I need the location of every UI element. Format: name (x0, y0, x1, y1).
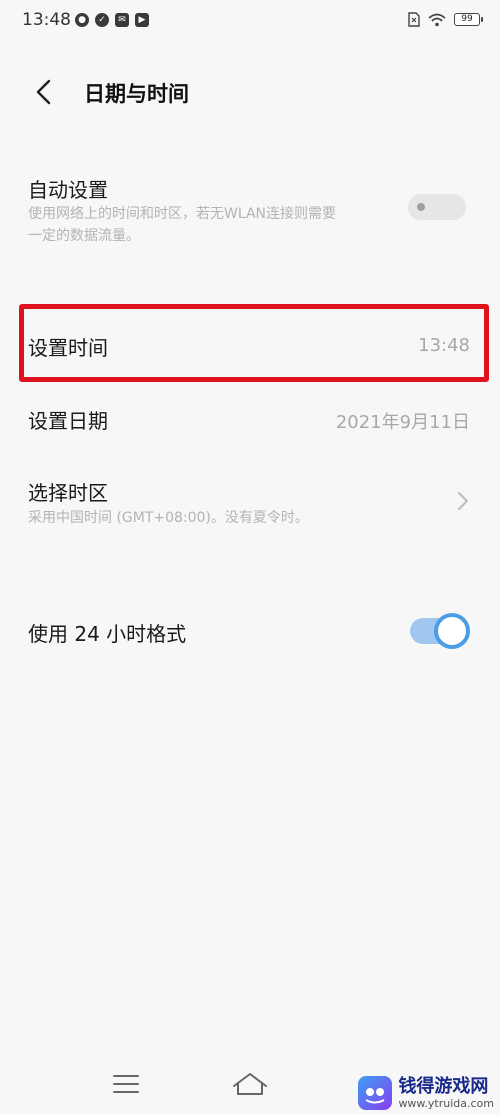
timezone-title: 选择时区 (28, 481, 108, 505)
mail-icon: ✉ (115, 13, 129, 27)
hour24-title: 使用 24 小时格式 (28, 622, 187, 646)
battery-level: 99 (461, 14, 473, 24)
watermark-url: www.ytruida.com (398, 1096, 494, 1110)
page-title: 日期与时间 (84, 82, 189, 106)
auto-set-row[interactable]: 自动设置 使用网络上的时间和时区，若无WLAN连接则需要 一定的数据流量。 (0, 165, 500, 260)
home-nav-button[interactable] (230, 1068, 270, 1100)
auto-set-subtitle-line1: 使用网络上的时间和时区，若无WLAN连接则需要 (28, 206, 337, 222)
back-arrow-icon (36, 79, 51, 105)
back-button[interactable] (30, 76, 60, 108)
chevron-right-icon (458, 492, 468, 510)
hour24-row[interactable]: 使用 24 小时格式 (0, 600, 500, 660)
set-date-row[interactable]: 设置日期 2021年9月11日 (0, 383, 500, 453)
timezone-subtitle: 采用中国时间 (GMT+08:00)。没有夏令时。 (28, 510, 309, 526)
wechat-icon: ● (75, 13, 89, 27)
header: 日期与时间 (0, 62, 500, 122)
hour24-toggle[interactable] (410, 613, 470, 649)
play-icon: ▶ (135, 13, 149, 27)
watermark-name: 钱得游戏网 (398, 1075, 489, 1097)
battery-icon: 99 (454, 13, 483, 26)
auto-set-subtitle-line2: 一定的数据流量。 (28, 228, 140, 244)
watermark-logo-icon (358, 1076, 393, 1110)
menu-nav-button[interactable] (106, 1068, 146, 1100)
menu-icon (113, 1075, 139, 1093)
set-time-row[interactable]: 设置时间 13:48 (0, 308, 500, 380)
timezone-row[interactable]: 选择时区 采用中国时间 (GMT+08:00)。没有夏令时。 (0, 465, 500, 545)
status-app-icons: ● ✓ ✉ ▶ (75, 13, 149, 27)
home-icon (233, 1073, 267, 1095)
wifi-icon (428, 13, 446, 26)
compass-icon: ✓ (95, 13, 109, 27)
status-bar: 13:48 ● ✓ ✉ ▶ 99 (0, 0, 500, 44)
set-date-title: 设置日期 (28, 409, 108, 433)
sim-icon (408, 12, 420, 27)
watermark: 钱得游戏网 www.ytruida.com (358, 1076, 494, 1110)
auto-set-title: 自动设置 (28, 178, 108, 202)
status-time: 13:48 (22, 10, 71, 30)
auto-set-toggle[interactable] (408, 194, 466, 220)
set-time-value: 13:48 (418, 335, 470, 356)
status-right: 99 (408, 12, 483, 27)
set-date-value: 2021年9月11日 (335, 412, 470, 433)
set-time-title: 设置时间 (28, 336, 108, 360)
toggle-knob (434, 613, 470, 649)
watermark-text: 钱得游戏网 www.ytruida.com (398, 1075, 494, 1110)
toggle-knob (417, 203, 425, 211)
